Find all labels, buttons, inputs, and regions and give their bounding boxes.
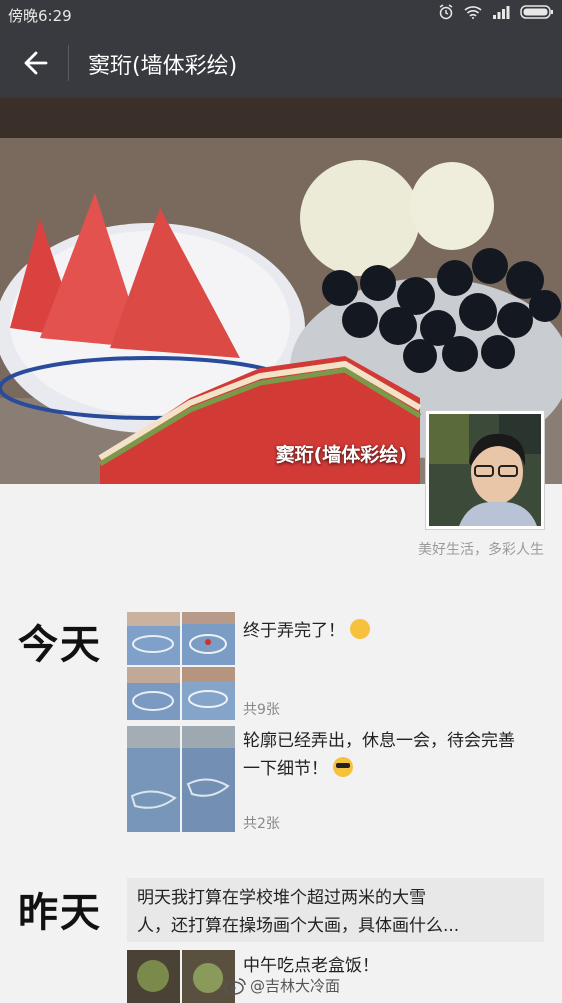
sunglasses-emoji-icon (333, 757, 354, 777)
photo-thumbnail[interactable] (127, 726, 180, 832)
signature: 美好生活，多彩人生 (418, 542, 544, 558)
photo-count: 共9张 (243, 702, 280, 718)
back-arrow-icon (24, 51, 48, 75)
status-icons (438, 4, 554, 20)
watermark: @吉林大冷面 (224, 975, 340, 996)
post-thumbnails[interactable] (127, 726, 235, 832)
photo-thumbnail[interactable] (127, 612, 180, 665)
back-button[interactable] (16, 48, 52, 78)
photo-thumbnail[interactable] (182, 667, 235, 720)
battery-icon (520, 5, 553, 19)
text-post[interactable]: 明天我打算在学校堆个超过两米的大雪 人，还打算在操场画个大画，具体画什么... (127, 878, 544, 942)
avatar[interactable] (425, 410, 545, 530)
photo-count: 共2张 (243, 816, 280, 832)
signal-icon (493, 6, 510, 19)
title-bar: 窦珩(墙体彩绘) (0, 28, 562, 98)
weibo-logo-icon (224, 977, 246, 995)
status-time: 傍晚6:29 (8, 7, 72, 25)
photo-thumbnail[interactable] (182, 726, 235, 832)
post-thumbnails[interactable] (127, 612, 235, 720)
cover-username: 窦珩(墙体彩绘) (275, 444, 407, 466)
post-text[interactable]: 终于弄完了！ (243, 617, 371, 645)
page-title: 窦珩(墙体彩绘) (88, 54, 238, 79)
sleepy-emoji-icon (350, 619, 371, 639)
photo-thumbnail[interactable] (127, 667, 180, 720)
alarm-icon (439, 4, 453, 20)
day-label-today: 今天 (18, 622, 102, 668)
photo-thumbnail[interactable] (127, 950, 180, 1003)
post-text[interactable]: 轮廓已经弄出，休息一会，待会完善 一下细节！ (243, 727, 515, 783)
status-bar: 傍晚6:29 (0, 0, 562, 28)
avatar-image (429, 414, 541, 526)
day-label-yesterday: 昨天 (18, 890, 102, 936)
post-thumbnails[interactable] (127, 950, 235, 1003)
photo-thumbnail[interactable] (182, 612, 235, 665)
title-divider (68, 45, 69, 81)
wifi-icon (464, 6, 482, 19)
